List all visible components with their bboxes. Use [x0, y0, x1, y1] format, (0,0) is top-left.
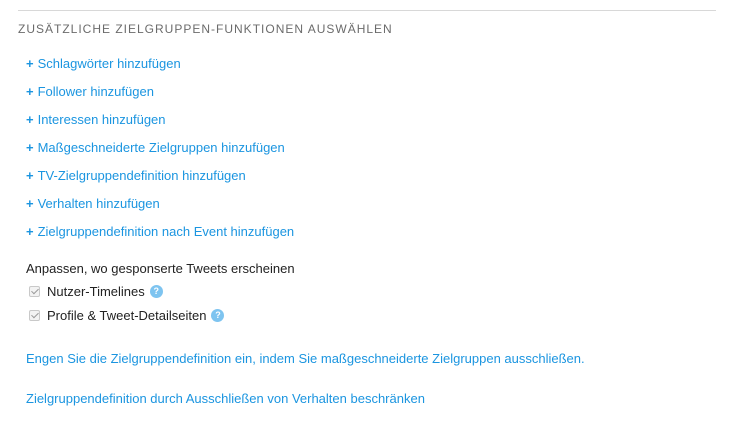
plus-icon: +	[26, 140, 34, 155]
add-link-label[interactable]: Verhalten hinzufügen	[38, 196, 160, 211]
add-keywords-link[interactable]: + Schlagwörter hinzufügen	[26, 55, 294, 83]
plus-icon: +	[26, 224, 34, 239]
add-link-label[interactable]: Follower hinzufügen	[38, 84, 154, 99]
add-link-label[interactable]: TV-Zielgruppendefinition hinzufügen	[38, 168, 246, 183]
plus-icon: +	[26, 196, 34, 211]
placement-option-profiles: Profile & Tweet-Detailseiten ?	[29, 306, 225, 324]
timelines-checkbox[interactable]	[29, 285, 40, 297]
add-link-label[interactable]: Schlagwörter hinzufügen	[38, 56, 181, 71]
section-title: ZUSÄTZLICHE ZIELGRUPPEN-FUNKTIONEN AUSWÄ…	[18, 22, 393, 36]
add-link-label[interactable]: Interessen hinzufügen	[38, 112, 166, 127]
plus-icon: +	[26, 168, 34, 183]
placement-option-timelines: Nutzer-Timelines ?	[29, 282, 163, 300]
timelines-label: Nutzer-Timelines	[47, 283, 145, 299]
placement-heading: Anpassen, wo gesponserte Tweets erschein…	[26, 261, 295, 276]
add-interests-link[interactable]: + Interessen hinzufügen	[26, 111, 294, 139]
exclude-behaviors-link[interactable]: Zielgruppendefinition durch Ausschließen…	[26, 391, 425, 406]
add-behaviors-link[interactable]: + Verhalten hinzufügen	[26, 195, 294, 223]
add-tv-targeting-link[interactable]: + TV-Zielgruppendefinition hinzufügen	[26, 167, 294, 195]
help-icon[interactable]: ?	[149, 284, 163, 298]
add-tailored-audiences-link[interactable]: + Maßgeschneiderte Zielgruppen hinzufügen	[26, 139, 294, 167]
plus-icon: +	[26, 56, 34, 71]
add-event-targeting-link[interactable]: + Zielgruppendefinition nach Event hinzuf…	[26, 223, 294, 251]
add-link-label[interactable]: Maßgeschneiderte Zielgruppen hinzufügen	[38, 140, 285, 155]
plus-icon: +	[26, 84, 34, 99]
section-divider	[18, 10, 716, 11]
plus-icon: +	[26, 112, 34, 127]
exclude-tailored-audiences-link[interactable]: Engen Sie die Zielgruppendefinition ein,…	[26, 351, 585, 366]
profiles-label: Profile & Tweet-Detailseiten	[47, 307, 207, 323]
help-icon[interactable]: ?	[211, 308, 225, 322]
add-link-label[interactable]: Zielgruppendefinition nach Event hinzufü…	[38, 224, 295, 239]
add-followers-link[interactable]: + Follower hinzufügen	[26, 83, 294, 111]
add-targeting-list: + Schlagwörter hinzufügen + Follower hinzu…	[26, 55, 294, 251]
profiles-checkbox[interactable]	[29, 309, 40, 321]
